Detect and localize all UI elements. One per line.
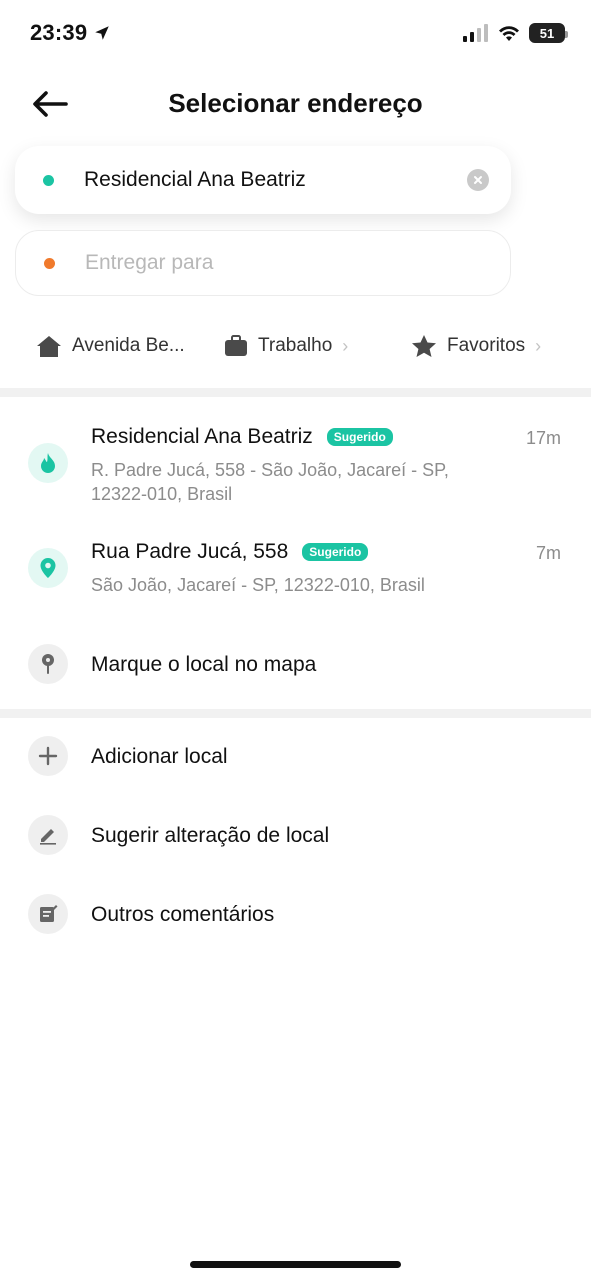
suggestion-address-line2: 12322-010, Brasil (91, 484, 233, 504)
map-select-option[interactable]: Marque o local no mapa (0, 640, 591, 690)
suggestion-item[interactable]: Residencial Ana Beatriz Sugerido 17m R. … (0, 420, 591, 520)
action-suggest-edit-label: Sugerir alteração de local (91, 824, 330, 847)
clear-icon[interactable] (467, 169, 489, 191)
shortcut-favorites-label: Favoritos (447, 335, 526, 356)
shortcut-home-label: Avenida Be... (72, 335, 185, 356)
flame-icon (28, 443, 68, 483)
battery-icon: 51 (529, 23, 568, 43)
origin-dot-icon (43, 174, 54, 186)
suggested-badge: Sugerido (326, 428, 393, 446)
map-pin-icon (28, 548, 68, 588)
suggestion-title-text: Residencial Ana Beatriz (91, 425, 313, 448)
note-icon (28, 894, 68, 934)
pencil-icon (28, 815, 68, 855)
signal-icon (463, 24, 488, 42)
home-indicator[interactable] (190, 1261, 401, 1268)
status-time-text: 23:39 (30, 20, 88, 45)
briefcase-icon (225, 335, 247, 356)
suggestion-item[interactable]: Rua Padre Jucá, 558 Sugerido 7m São João… (0, 535, 591, 605)
action-add-place-label: Adicionar local (91, 745, 228, 768)
suggestion-address-line1: São João, Jacareí - SP, 12322-010, Brasi… (91, 575, 425, 595)
battery-level: 51 (539, 25, 555, 41)
saved-places-shortcuts: Avenida Be... Trabalho › Favoritos › (0, 328, 591, 368)
suggestion-address: R. Padre Jucá, 558 - São João, Jacareí -… (91, 458, 511, 506)
wifi-icon (499, 26, 519, 41)
map-select-label: Marque o local no mapa (91, 653, 317, 676)
suggested-badge: Sugerido (302, 543, 369, 561)
suggestion-title: Residencial Ana Beatriz Sugerido (91, 425, 393, 449)
shortcut-favorites[interactable]: Favoritos › (411, 328, 541, 364)
section-divider (0, 709, 591, 718)
destination-dot-icon (44, 257, 55, 269)
status-right: 51 (463, 23, 568, 43)
suggestion-title: Rua Padre Jucá, 558 Sugerido (91, 540, 369, 564)
plus-icon (28, 736, 68, 776)
action-add-place[interactable]: Adicionar local (0, 732, 591, 782)
shortcut-work[interactable]: Trabalho › (224, 328, 348, 364)
destination-field[interactable]: Entregar para (15, 230, 511, 296)
suggestion-title-text: Rua Padre Jucá, 558 (91, 540, 289, 563)
shortcut-work-label: Trabalho (258, 335, 333, 356)
map-pin-gray-icon (28, 644, 68, 684)
origin-field[interactable]: Residencial Ana Beatriz (15, 146, 511, 214)
chevron-right-icon: › (535, 335, 542, 356)
suggestion-address-line1: R. Padre Jucá, 558 - São João, Jacareí -… (91, 460, 449, 480)
origin-value[interactable]: Residencial Ana Beatriz (84, 168, 306, 192)
suggestion-eta: 7m (535, 543, 561, 563)
chevron-right-icon: › (342, 335, 349, 356)
action-suggest-edit[interactable]: Sugerir alteração de local (0, 811, 591, 861)
action-other-comments-label: Outros comentários (91, 903, 275, 926)
status-bar: 23:39 51 (0, 0, 591, 70)
home-icon (37, 336, 61, 357)
status-time: 23:39 (30, 20, 111, 46)
suggestion-address: São João, Jacareí - SP, 12322-010, Brasi… (91, 573, 511, 597)
section-divider (0, 388, 591, 397)
shortcut-home[interactable]: Avenida Be... (36, 328, 185, 364)
action-other-comments[interactable]: Outros comentários (0, 890, 591, 940)
star-icon (412, 335, 436, 357)
suggestion-eta: 17m (525, 428, 561, 448)
destination-placeholder[interactable]: Entregar para (85, 251, 213, 275)
location-arrow-icon (95, 26, 110, 40)
page-title: Selecionar endereço (168, 88, 423, 118)
